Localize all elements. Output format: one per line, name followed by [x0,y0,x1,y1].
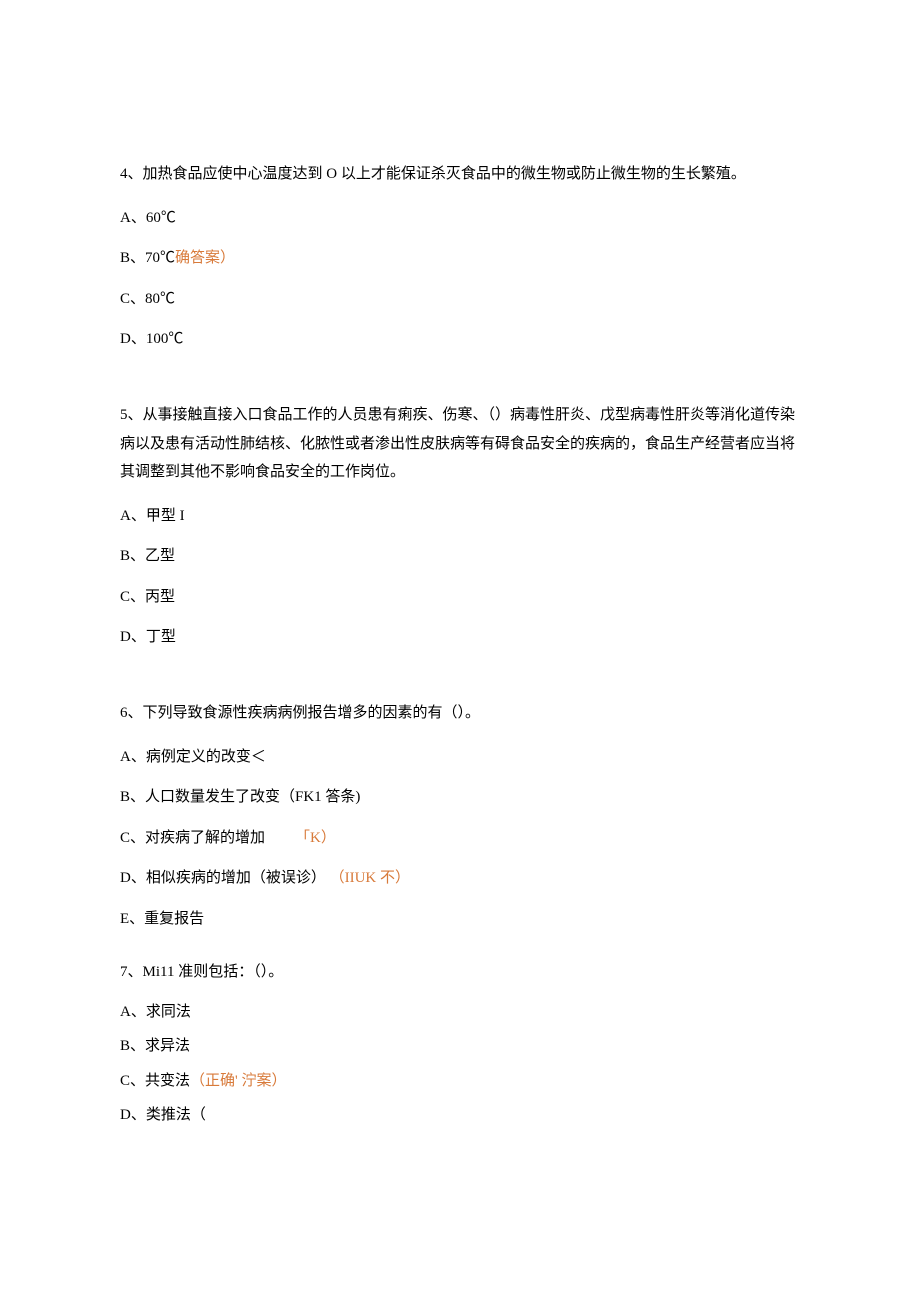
question-5-text: 5、从事接触直接入口食品工作的人员患有痢疾、伤寒、（）病毒性肝炎、戊型病毒性肝炎… [120,401,800,487]
question-7-text: 7、Mi11 准则包括：（）。 [120,958,800,987]
question-4-text: 4、加热食品应使中心温度达到 O 以上才能保证杀灭食品中的微生物或防止微生物的生… [120,160,800,189]
question-4-option-c: C、80℃ [120,288,800,311]
option-d-label: D、相似疾病的增加（被误诊） [120,870,326,886]
question-6-text: 6、下列导致食源性疾病病例报告增多的因素的有（）。 [120,699,800,728]
question-5-option-d: D、丁型 [120,626,800,649]
option-c-label: C、对疾病了解的增加 [120,830,265,846]
question-6-option-c: C、对疾病了解的增加 「K） [120,827,800,850]
question-7: 7、Mi11 准则包括：（）。 A、求同法 B、求异法 C、共变法（正确' 泞案… [120,958,800,1127]
option-b-label: B、70℃ [120,250,175,266]
question-4: 4、加热食品应使中心温度达到 O 以上才能保证杀灭食品中的微生物或防止微生物的生… [120,160,800,351]
question-5-option-b: B、乙型 [120,545,800,568]
question-5-option-c: C、丙型 [120,586,800,609]
question-6-option-b: B、人口数量发生了改变（FK1 答条) [120,786,800,809]
question-6: 6、下列导致食源性疾病病例报告增多的因素的有（）。 A、病例定义的改变＜ B、人… [120,699,800,930]
question-4-option-b: B、70℃确答案） [120,247,800,270]
answer-mark: 「K） [295,830,336,846]
question-5-option-a: A、甲型 I [120,505,800,528]
question-6-option-d: D、相似疾病的增加（被误诊） （IIUK 不） [120,867,800,890]
question-7-option-a: A、求同法 [120,1001,800,1024]
answer-mark: 确答案） [175,250,235,266]
question-6-option-e: E、重复报告 [120,908,800,931]
question-5: 5、从事接触直接入口食品工作的人员患有痢疾、伤寒、（）病毒性肝炎、戊型病毒性肝炎… [120,401,800,649]
question-7-option-c: C、共变法（正确' 泞案） [120,1070,800,1093]
answer-mark: （IIUK 不） [330,870,410,886]
question-4-option-d: D、100℃ [120,328,800,351]
question-4-option-a: A、60℃ [120,207,800,230]
option-c-label: C、共变法 [120,1073,190,1089]
answer-mark: （正确' 泞案） [190,1073,286,1089]
question-6-option-a: A、病例定义的改变＜ [120,746,800,769]
document-page: 4、加热食品应使中心温度达到 O 以上才能保证杀灭食品中的微生物或防止微生物的生… [0,0,920,1275]
question-7-option-d: D、类推法（ [120,1104,800,1127]
question-7-option-b: B、求异法 [120,1035,800,1058]
